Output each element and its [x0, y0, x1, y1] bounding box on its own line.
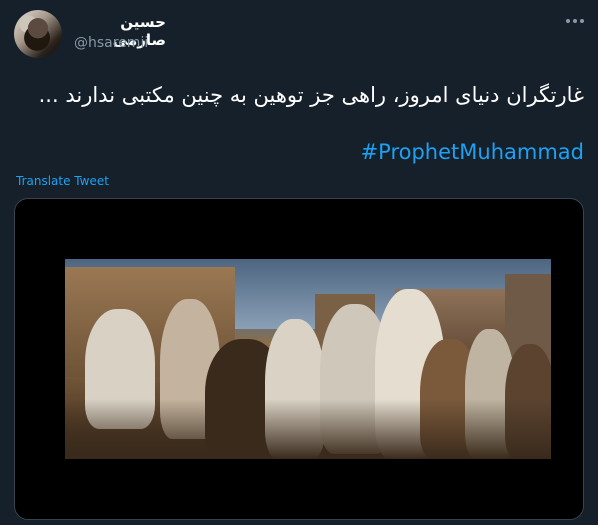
hashtag-link[interactable]: #ProphetMuhammad: [361, 140, 584, 164]
video-player[interactable]: [14, 198, 584, 520]
tweet-text: غارتگران دنیای امروز، راهی جز توهین به چ…: [38, 83, 584, 107]
avatar[interactable]: [14, 10, 62, 58]
more-options-icon[interactable]: [566, 14, 584, 28]
translate-tweet-link[interactable]: Translate Tweet: [16, 174, 109, 188]
video-frame: [65, 259, 551, 459]
author-handle[interactable]: @hsaremii: [74, 35, 148, 51]
tweet-header: حسین صارمی @hsaremii: [0, 0, 598, 60]
